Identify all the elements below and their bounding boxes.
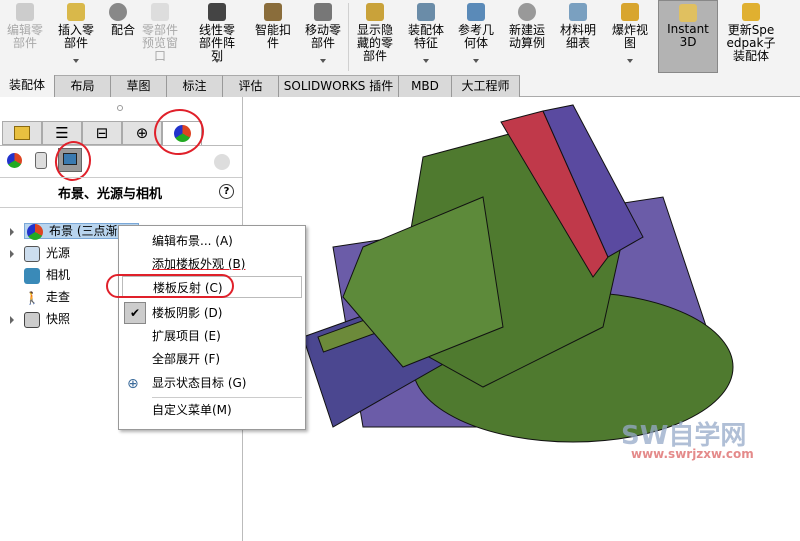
insert-component-icon [67,3,85,21]
update-speedpak-button[interactable]: 更新Speedpak子装配体 [720,0,782,73]
mate-button[interactable]: 配合 [102,0,135,73]
reference-geometry-icon [467,3,485,21]
preview-window-icon [151,3,169,21]
dropdown-arrow-icon[interactable] [423,59,429,63]
fastener-icon [264,3,282,21]
dropdown-arrow-icon[interactable] [214,59,220,63]
vise-model[interactable] [243,97,800,541]
component-preview-button[interactable]: 零部件预览窗口 [136,0,184,73]
reference-geometry-button[interactable]: 参考几何体 [452,0,500,73]
annotation-circle [106,274,234,298]
tab-solidworks-addins[interactable]: SOLIDWORKS 插件 [279,75,399,97]
tab-assembly[interactable]: 装配体 [0,75,55,97]
tab-layout[interactable]: 布局 [55,75,111,97]
menu-item-show-display-state-target[interactable]: 显示状态目标 (G) [119,372,305,394]
tree-item-snapshots[interactable]: 快照 [10,309,70,329]
expand-icon[interactable] [10,315,14,324]
expand-icon[interactable] [10,227,14,236]
edit-component-button[interactable]: 编辑零部件 [0,0,50,73]
snapshot-button[interactable]: 拍 [786,0,800,73]
menu-item-floor-shadows[interactable]: 楼板阴影 (D) [119,302,305,324]
tab-configuration-manager[interactable]: ⊟ [82,121,122,145]
show-hidden-icon [366,3,384,21]
snapshot-camera-icon [24,311,40,328]
lights-folder-icon [24,245,40,262]
walking-person-icon: 🚶 [24,290,40,305]
menu-item-expand-all[interactable]: 全部展开 (F) [119,348,305,370]
ruler-icon [679,4,697,22]
annotation-circle [151,105,207,159]
assembly-features-button[interactable]: 装配体特征 [402,0,450,73]
configuration-icon: ⊟ [95,124,109,142]
separator [348,3,349,71]
table-icon [569,3,587,21]
dropdown-arrow-icon[interactable] [320,59,326,63]
tab-mbd[interactable]: MBD [399,75,452,97]
insert-component-button[interactable]: 插入零部件 [52,0,100,73]
bill-of-materials-button[interactable]: 材料明细表 [555,0,601,73]
dropdown-arrow-icon[interactable] [627,59,633,63]
context-menu: 编辑布景... (A) 添加楼板外观 (B) 楼板反射 (C) ✔ 楼板阴影 (… [118,225,306,430]
menu-divider [152,397,302,398]
decals-icon[interactable] [35,152,47,169]
divider [0,145,242,146]
gears-icon [518,3,536,21]
instant3d-button[interactable]: Instant3D [658,0,718,73]
panel-title: 布景、光源与相机 [57,187,162,202]
tree-item-walkthrough[interactable]: 🚶 走查 [10,287,71,307]
watermark-url: www.swrjzxw.com [631,447,754,461]
tab-feature-manager[interactable] [2,121,42,145]
divider [0,207,242,208]
expand-icon[interactable] [10,249,14,258]
new-motion-study-button[interactable]: 新建运动算例 [503,0,551,73]
move-component-icon [314,3,332,21]
tab-engineer[interactable]: 大工程师 [452,75,520,97]
edit-component-icon [16,3,34,21]
part-icon [14,126,30,140]
scene-icon [27,223,43,240]
list-icon: ☰ [55,124,69,142]
menu-item-customize-menu[interactable]: 自定义菜单(M) [119,399,305,421]
graphics-viewport[interactable]: SW自学网 www.swrjzxw.com [243,97,800,541]
paperclip-icon [109,3,127,21]
show-hidden-components-button[interactable]: 显示隐藏的零部件 [352,0,398,73]
camera-icon [24,267,40,284]
menu-item-edit-scene[interactable]: 编辑布景... (A) [119,230,305,252]
panel-splitter-handle[interactable] [117,105,123,111]
tab-sketch[interactable]: 草图 [111,75,167,97]
command-tabs: 装配体 布局 草图 标注 评估 SOLIDWORKS 插件 MBD 大工程师 [0,75,800,97]
exploded-view-icon [621,3,639,21]
pattern-icon [208,3,226,21]
help-icon[interactable]: ? [219,184,234,199]
command-manager-toolbar: 编辑零部件 插入零部件 配合 零部件预览窗口 线性零部件阵列 智能扣件 移动零部… [0,0,800,75]
crosshair-icon: ⊕ [135,124,149,142]
settings-ball-icon[interactable] [214,154,230,170]
assembly-feature-icon [417,3,435,21]
divider [0,177,242,178]
move-component-button[interactable]: 移动零部件 [300,0,346,73]
linear-pattern-button[interactable]: 线性零部件阵列 [188,0,246,73]
dropdown-arrow-icon[interactable] [473,59,479,63]
exploded-view-button[interactable]: 爆炸视图 [605,0,655,73]
speedpak-icon [742,3,760,21]
smart-fasteners-button[interactable]: 智能扣件 [250,0,296,73]
tab-evaluate[interactable]: 评估 [223,75,279,97]
menu-item-add-floor-appearance[interactable]: 添加楼板外观 (B) [119,253,305,275]
menu-item-expand-items[interactable]: 扩展项目 (E) [119,325,305,347]
appearances-icon[interactable] [7,153,22,168]
dropdown-arrow-icon[interactable] [73,59,79,63]
tab-markup[interactable]: 标注 [167,75,223,97]
tree-item-camera[interactable]: 相机 [10,265,70,285]
tree-item-lights[interactable]: 光源 [10,243,70,263]
